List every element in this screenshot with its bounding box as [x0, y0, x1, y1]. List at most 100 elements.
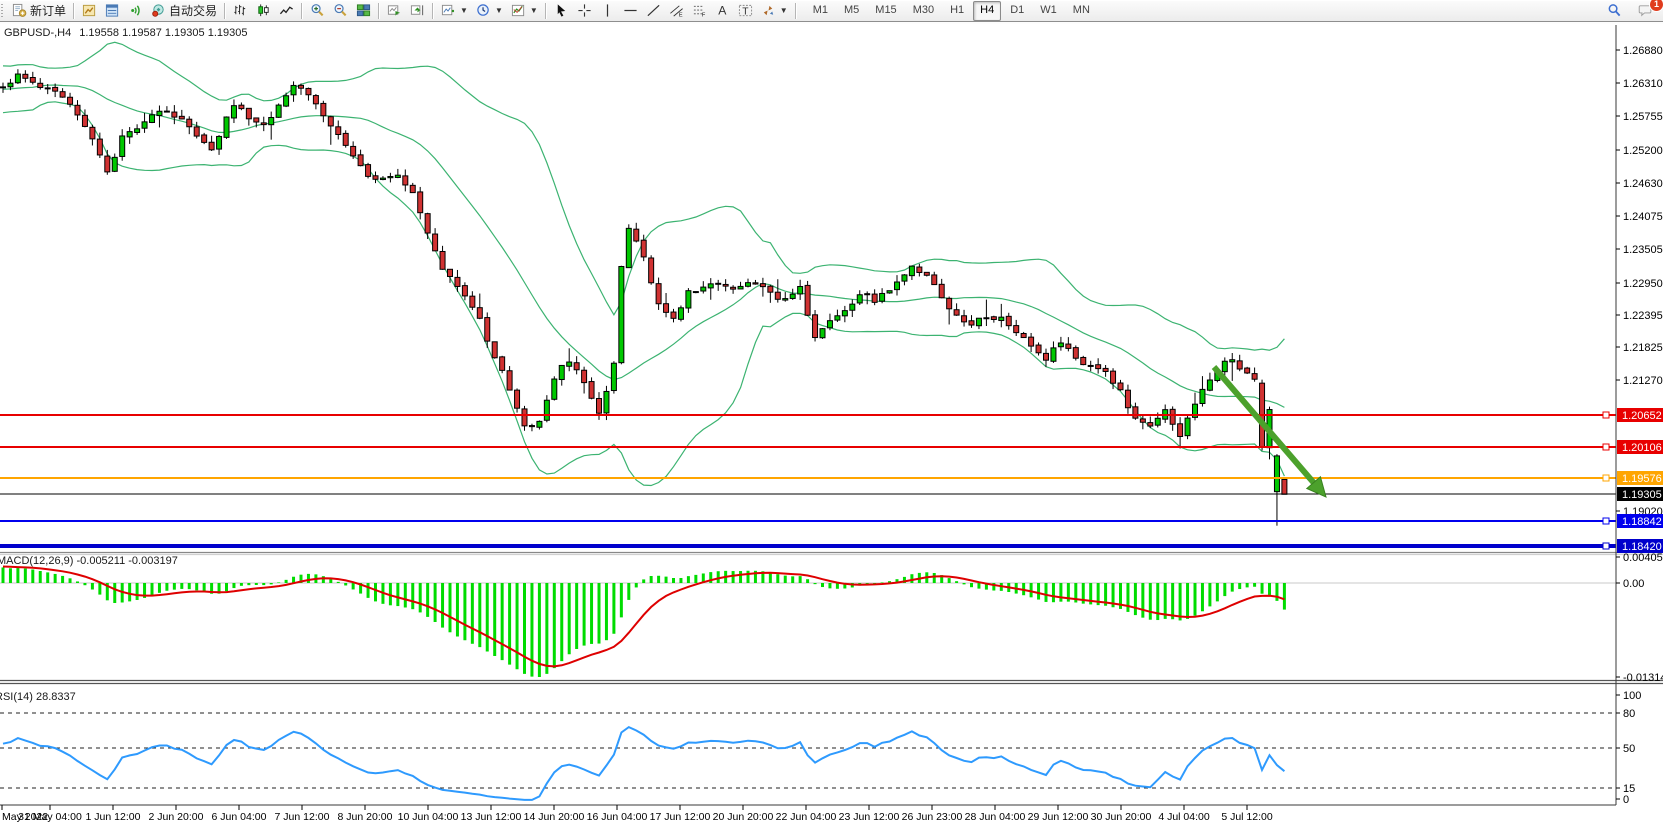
candle-body [805, 285, 810, 315]
candle-body [753, 283, 758, 284]
rsi-scale-label: 0 [1623, 794, 1629, 806]
hline-handle[interactable] [1603, 444, 1609, 450]
time-axis[interactable]: May 202231 May 04:001 Jun 12:002 Jun 20:… [2, 805, 1273, 823]
timeframe-h4-button[interactable]: H4 [973, 1, 1001, 21]
candle-body [172, 112, 177, 117]
candle-body [328, 117, 333, 126]
dropdown-arrow-icon: ▼ [780, 6, 788, 15]
toolbar-separator [73, 3, 75, 19]
candle-body [485, 318, 490, 342]
candle-body [917, 267, 922, 272]
hline-handle[interactable] [1603, 475, 1609, 481]
indicators-button[interactable]: ▼ [507, 1, 542, 21]
candle-body [321, 103, 326, 115]
timeframe-m30-button[interactable]: M30 [906, 1, 941, 21]
dropdown-arrow-icon: ▼ [495, 6, 503, 15]
candle-body [150, 115, 155, 123]
profiles-button[interactable]: ▼ [472, 1, 507, 21]
candle-body [1073, 348, 1078, 359]
toolbar-separator [378, 3, 380, 19]
candle-body [798, 286, 803, 293]
timeframe-mn-button[interactable]: MN [1066, 1, 1097, 21]
candle-body [827, 321, 832, 328]
candle-body [388, 177, 393, 178]
timeframe-h1-button[interactable]: H1 [943, 1, 971, 21]
hline-handle[interactable] [1603, 518, 1609, 524]
candlestick-chart-button[interactable] [252, 1, 275, 21]
price-axis[interactable]: 1.268801.263101.257551.252001.246301.240… [1616, 45, 1663, 806]
hline-handle[interactable] [1603, 543, 1609, 549]
rsi-pane[interactable] [0, 713, 1616, 800]
fibonacci-button[interactable]: F [688, 1, 711, 21]
candle-body [1200, 389, 1205, 403]
zoom-in-button[interactable] [306, 1, 329, 21]
new-chart-button[interactable]: ▼ [437, 1, 472, 21]
time-tick-label: 2 Jun 20:00 [149, 811, 204, 823]
bar-chart-button[interactable] [229, 1, 252, 21]
candle-body [1029, 337, 1034, 346]
signal-button[interactable] [124, 1, 147, 21]
candle-body [112, 157, 117, 171]
candle-body [813, 315, 818, 338]
candle-body [97, 139, 102, 155]
timeframe-w1-button[interactable]: W1 [1033, 1, 1064, 21]
tile-windows-icon [356, 3, 371, 18]
candle-body [1230, 360, 1235, 362]
equidistant-channel-button[interactable]: E [665, 1, 688, 21]
toolbar-separator [432, 3, 434, 19]
timeframe-m15-button[interactable]: M15 [868, 1, 903, 21]
text-label-button[interactable]: T [734, 1, 757, 21]
zoom-out-button[interactable] [329, 1, 352, 21]
text-button[interactable]: A [711, 1, 734, 21]
main-pane[interactable] [1, 42, 1287, 525]
candle-body [462, 286, 467, 296]
tile-windows-button[interactable] [352, 1, 375, 21]
autotrading-button[interactable]: 自动交易 [147, 1, 221, 21]
timeframe-m1-button[interactable]: M1 [806, 1, 835, 21]
timeframe-d1-button[interactable]: D1 [1003, 1, 1031, 21]
toolbar-grip[interactable] [1, 4, 5, 18]
hline-handle[interactable] [1603, 412, 1609, 418]
candle-body [1222, 361, 1227, 371]
timeframe-m5-button[interactable]: M5 [837, 1, 866, 21]
trend-arrow-shaft[interactable] [1214, 367, 1319, 489]
crosshair-button[interactable] [573, 1, 596, 21]
price-line-label: 1.20106 [1622, 442, 1662, 454]
fibonacci-icon: F [692, 3, 707, 18]
auto-scroll-button[interactable] [383, 1, 406, 21]
candle-body [611, 363, 616, 390]
horizontal-line-button[interactable] [619, 1, 642, 21]
chart-region[interactable]: GBPUSD-,H41.19558 1.19587 1.19305 1.1930… [0, 0, 1663, 825]
crosshair-icon [577, 3, 592, 18]
trendline-button[interactable] [642, 1, 665, 21]
vertical-line-button[interactable] [596, 1, 619, 21]
price-tick-label: 1.22395 [1623, 310, 1663, 322]
price-chart[interactable]: 1.268801.263101.257551.252001.246301.240… [0, 0, 1663, 825]
candle-body [872, 294, 877, 302]
candle-body [1044, 353, 1049, 360]
line-chart-button[interactable] [275, 1, 298, 21]
svg-text:E: E [679, 13, 683, 18]
candle-body [395, 175, 400, 177]
macd-pane[interactable] [0, 567, 1616, 678]
chart-shift-icon [410, 3, 425, 18]
auto-scroll-icon [387, 3, 402, 18]
candle-body [358, 155, 363, 166]
new-order-button[interactable]: 新订单 [8, 1, 70, 21]
price-tick-label: 1.21270 [1623, 375, 1663, 387]
candle-body [291, 85, 296, 94]
market-watch-button[interactable] [78, 1, 101, 21]
chart-shift-button[interactable] [406, 1, 429, 21]
cursor-button[interactable] [550, 1, 573, 21]
macd-scale-label: 0.00 [1623, 578, 1644, 590]
candle-body [135, 129, 140, 133]
notifications-button[interactable]: 1 [1634, 1, 1657, 21]
candle-body [544, 400, 549, 420]
candle-body [1207, 380, 1212, 390]
candle-body [455, 277, 460, 286]
data-window-button[interactable] [101, 1, 124, 21]
search-button[interactable] [1603, 1, 1626, 21]
shapes-button[interactable]: ▼ [757, 1, 792, 21]
time-tick-label: 13 Jun 12:00 [461, 811, 522, 823]
candle-body [932, 275, 937, 285]
